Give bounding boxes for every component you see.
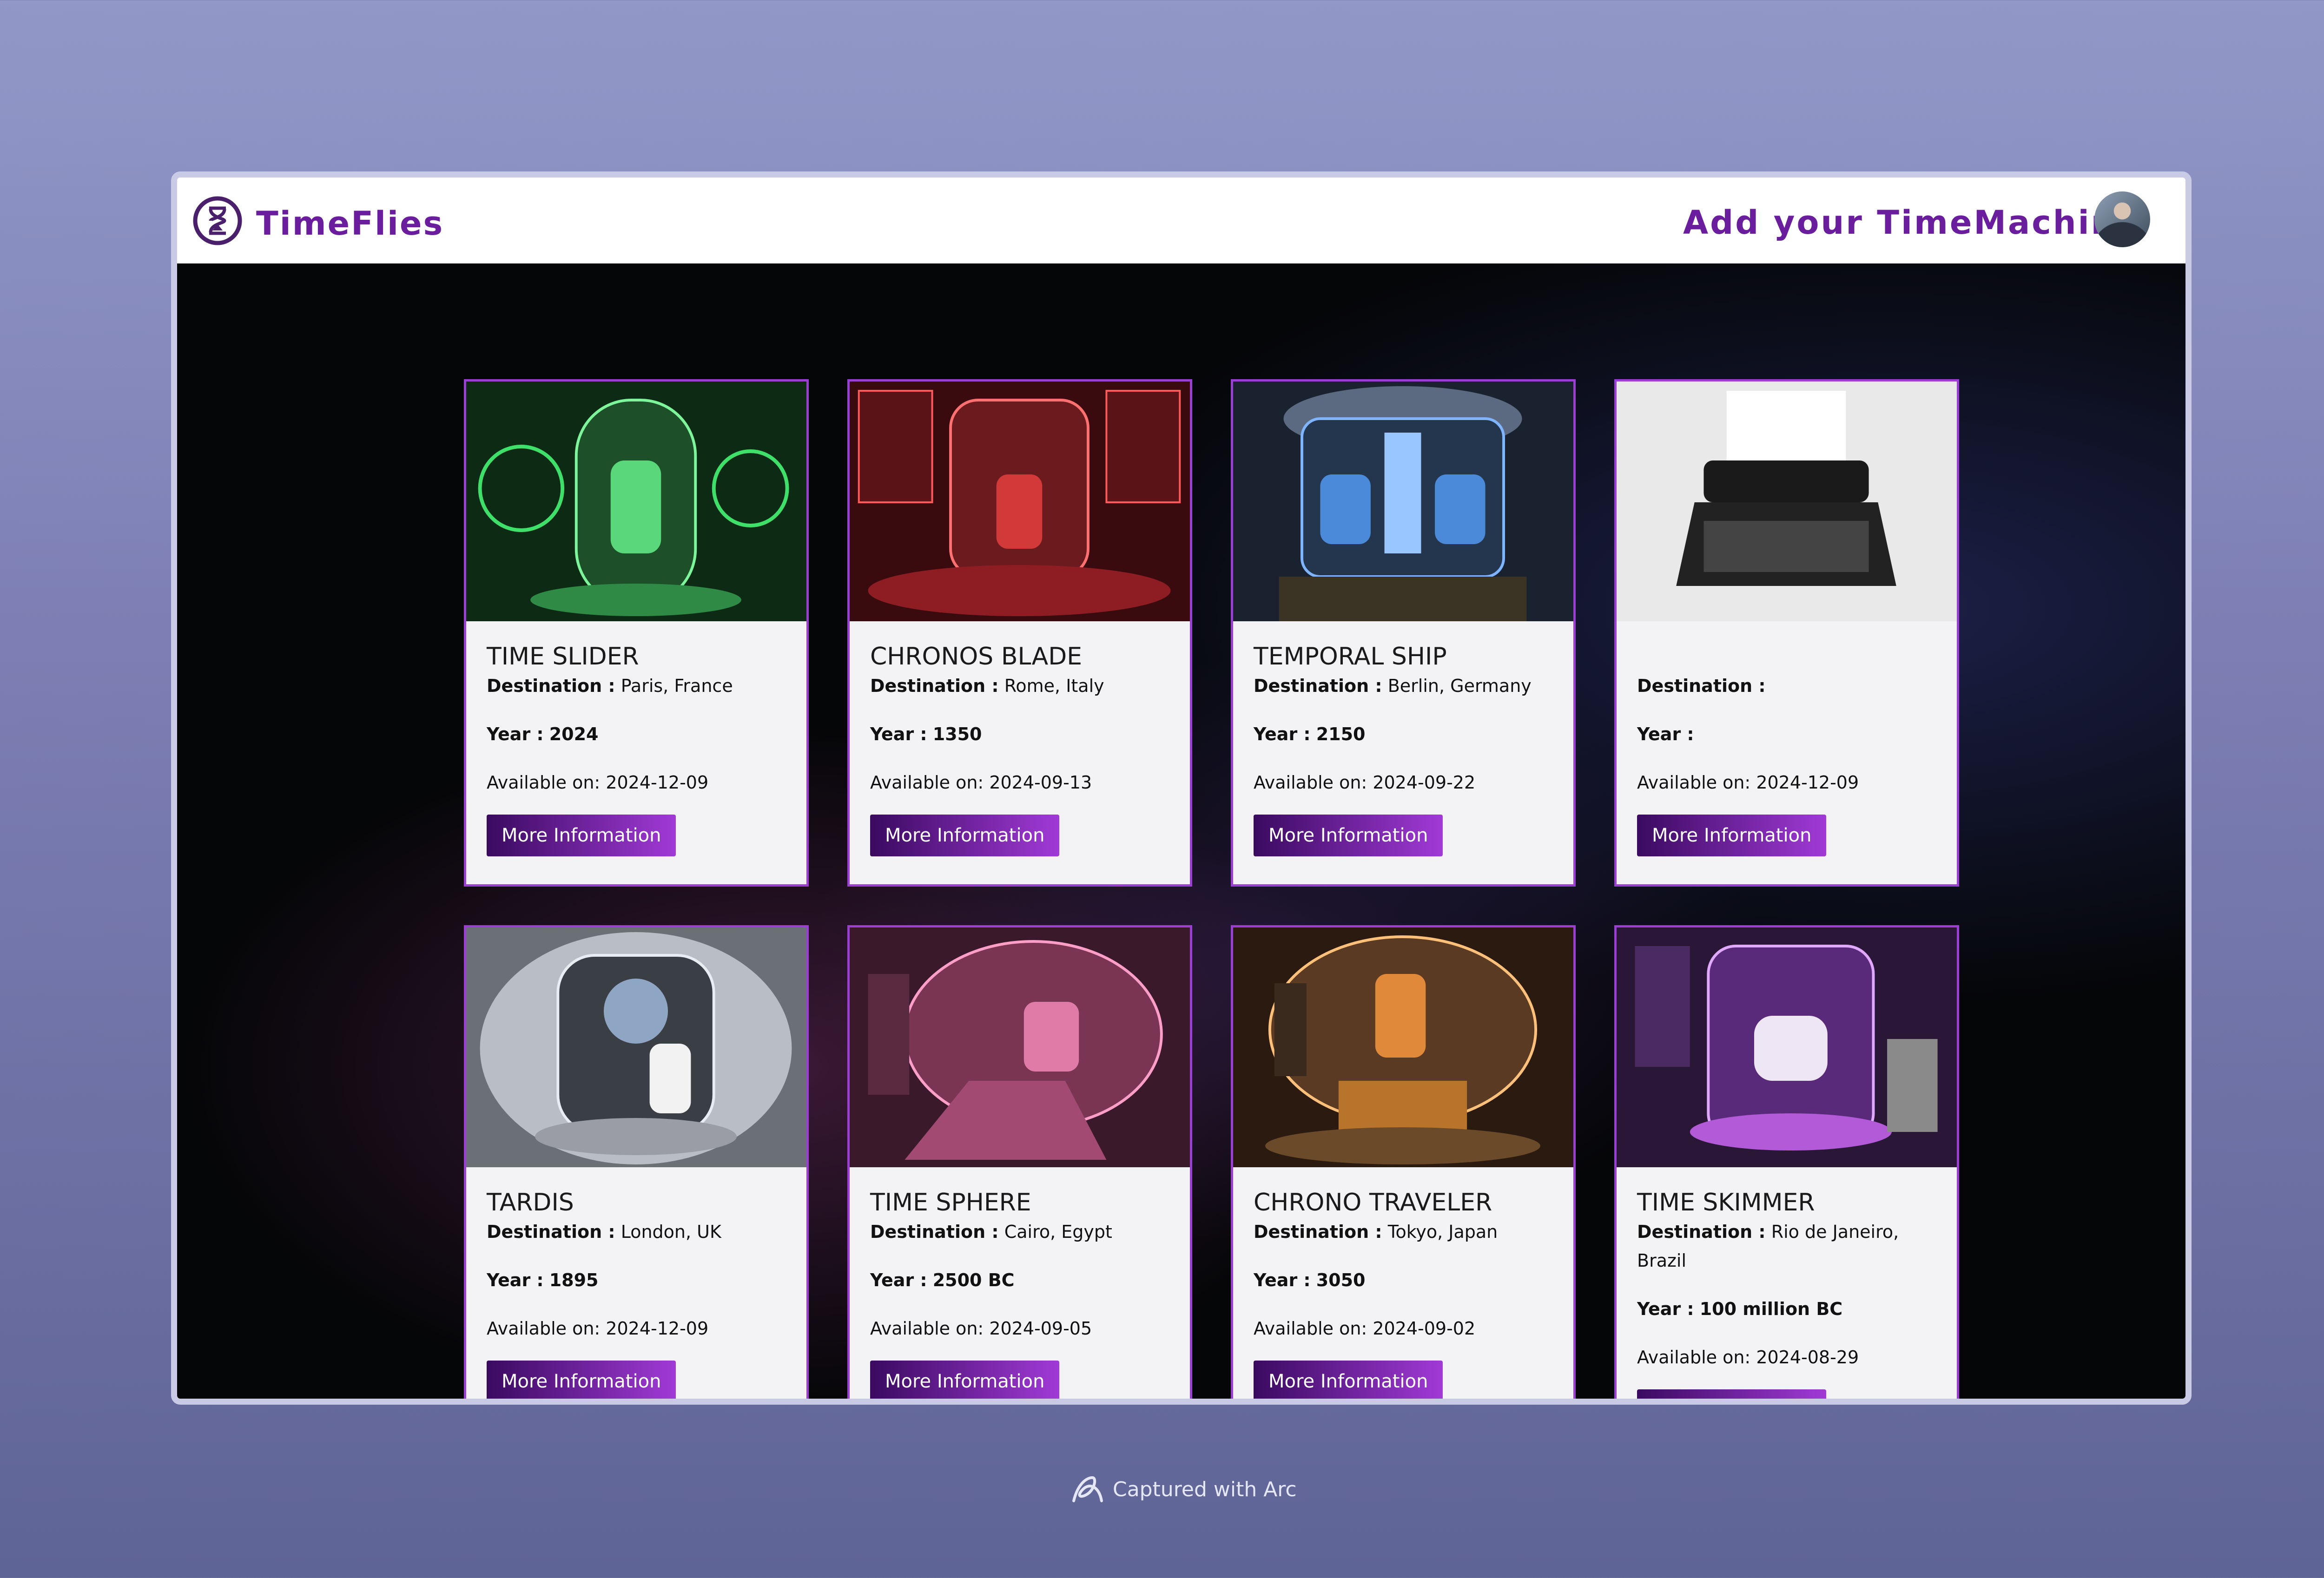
machine-image[interactable] bbox=[1617, 927, 1957, 1167]
machine-image[interactable] bbox=[466, 381, 806, 621]
hourglass-icon[interactable] bbox=[192, 195, 243, 246]
machine-title: TIME SKIMMER bbox=[1637, 1189, 1815, 1216]
more-information-button[interactable]: More Information bbox=[487, 815, 676, 856]
more-information-button[interactable]: More Information bbox=[1254, 815, 1443, 856]
available-label: Available on: bbox=[870, 1318, 984, 1339]
brand-name[interactable]: TimeFlies bbox=[256, 204, 444, 243]
year-label: Year : bbox=[1254, 1270, 1311, 1290]
available-value: 2024-09-05 bbox=[989, 1318, 1092, 1339]
more-information-button[interactable]: More Information bbox=[1637, 1389, 1827, 1399]
year-value: 2024 bbox=[549, 724, 599, 744]
browser-window: TimeFlies Add your TimeMachine TIME SLID… bbox=[171, 171, 2192, 1405]
available-value: 2024-09-22 bbox=[1373, 772, 1476, 793]
available-label: Available on: bbox=[870, 772, 984, 793]
destination-value: London, UK bbox=[621, 1222, 721, 1242]
destination-label: Destination : bbox=[1637, 1222, 1766, 1242]
year-label: Year : bbox=[1254, 724, 1311, 744]
year-value: 2500 BC bbox=[932, 1270, 1015, 1290]
machine-title bbox=[1637, 642, 1943, 671]
available-label: Available on: bbox=[1637, 1347, 1751, 1368]
year-label: Year : bbox=[487, 1270, 544, 1290]
machine-title: CHRONOS BLADE bbox=[870, 643, 1083, 671]
available-label: Available on: bbox=[1254, 1318, 1367, 1339]
destination-value: Cairo, Egypt bbox=[1004, 1222, 1112, 1242]
available-value: 2024-12-09 bbox=[1756, 772, 1859, 793]
destination-label: Destination : bbox=[870, 676, 999, 696]
machine-card: TIME SKIMMER Destination : Rio de Janeir… bbox=[1614, 925, 1959, 1399]
capture-footer: Captured with Arc bbox=[1069, 1473, 1297, 1506]
available-label: Available on: bbox=[487, 772, 601, 793]
available-value: 2024-12-09 bbox=[606, 772, 709, 793]
machine-image[interactable] bbox=[1617, 381, 1957, 621]
more-information-button[interactable]: More Information bbox=[1637, 815, 1827, 856]
year-label: Year : bbox=[1637, 724, 1694, 744]
year-label: Year : bbox=[1637, 1299, 1694, 1319]
year-value: 1350 bbox=[932, 724, 982, 744]
machine-card: TARDIS Destination : London, UK Year : 1… bbox=[464, 925, 809, 1399]
more-information-button[interactable]: More Information bbox=[1254, 1361, 1443, 1399]
more-information-button[interactable]: More Information bbox=[870, 1361, 1060, 1399]
available-label: Available on: bbox=[487, 1318, 601, 1339]
destination-label: Destination : bbox=[487, 1222, 615, 1242]
user-avatar[interactable] bbox=[2094, 191, 2150, 247]
destination-label: Destination : bbox=[1254, 1222, 1382, 1242]
year-value: 1895 bbox=[549, 1270, 599, 1290]
machine-card: CHRONO TRAVELER Destination : Tokyo, Jap… bbox=[1231, 925, 1576, 1399]
machine-image[interactable] bbox=[1233, 381, 1573, 621]
machine-title: TIME SLIDER bbox=[487, 643, 639, 671]
available-value: 2024-09-13 bbox=[989, 772, 1092, 793]
destination-label: Destination : bbox=[487, 676, 615, 696]
machine-title: CHRONO TRAVELER bbox=[1254, 1189, 1492, 1216]
listing-area: TIME SLIDER Destination : Paris, France … bbox=[177, 263, 2185, 1399]
year-label: Year : bbox=[870, 724, 927, 744]
add-timemachine-link[interactable]: Add your TimeMachine bbox=[1683, 204, 2140, 242]
destination-value: Paris, France bbox=[621, 676, 733, 696]
year-value: 2150 bbox=[1316, 724, 1366, 744]
machine-title: TEMPORAL SHIP bbox=[1254, 643, 1447, 671]
navbar: TimeFlies Add your TimeMachine bbox=[177, 178, 2185, 263]
machine-title: TARDIS bbox=[487, 1189, 574, 1216]
machine-title: TIME SPHERE bbox=[870, 1189, 1031, 1216]
year-value: 3050 bbox=[1316, 1270, 1366, 1290]
destination-value: Rome, Italy bbox=[1004, 676, 1104, 696]
destination-label: Destination : bbox=[1637, 676, 1766, 696]
destination-label: Destination : bbox=[870, 1222, 999, 1242]
available-value: 2024-08-29 bbox=[1756, 1347, 1859, 1368]
destination-value: Tokyo, Japan bbox=[1387, 1222, 1498, 1242]
machine-card: TEMPORAL SHIP Destination : Berlin, Germ… bbox=[1231, 379, 1576, 887]
available-label: Available on: bbox=[1254, 772, 1367, 793]
machine-image[interactable] bbox=[1233, 927, 1573, 1167]
footer-text: Captured with Arc bbox=[1113, 1477, 1297, 1501]
available-label: Available on: bbox=[1637, 772, 1751, 793]
year-value: 100 million BC bbox=[1699, 1299, 1843, 1319]
machine-card: TIME SLIDER Destination : Paris, France … bbox=[464, 379, 809, 887]
year-label: Year : bbox=[487, 724, 544, 744]
more-information-button[interactable]: More Information bbox=[487, 1361, 676, 1399]
available-value: 2024-09-02 bbox=[1373, 1318, 1476, 1339]
more-information-button[interactable]: More Information bbox=[870, 815, 1060, 856]
year-label: Year : bbox=[870, 1270, 927, 1290]
machine-image[interactable] bbox=[850, 927, 1190, 1167]
machine-card: Destination : Year : Available on: 2024-… bbox=[1614, 379, 1959, 887]
machine-card: TIME SPHERE Destination : Cairo, Egypt Y… bbox=[847, 925, 1192, 1399]
machine-image[interactable] bbox=[466, 927, 806, 1167]
machine-card: CHRONOS BLADE Destination : Rome, Italy … bbox=[847, 379, 1192, 887]
machine-image[interactable] bbox=[850, 381, 1190, 621]
arc-logo-icon bbox=[1072, 1476, 1103, 1502]
available-value: 2024-12-09 bbox=[606, 1318, 709, 1339]
destination-value: Berlin, Germany bbox=[1387, 676, 1532, 696]
destination-label: Destination : bbox=[1254, 676, 1382, 696]
